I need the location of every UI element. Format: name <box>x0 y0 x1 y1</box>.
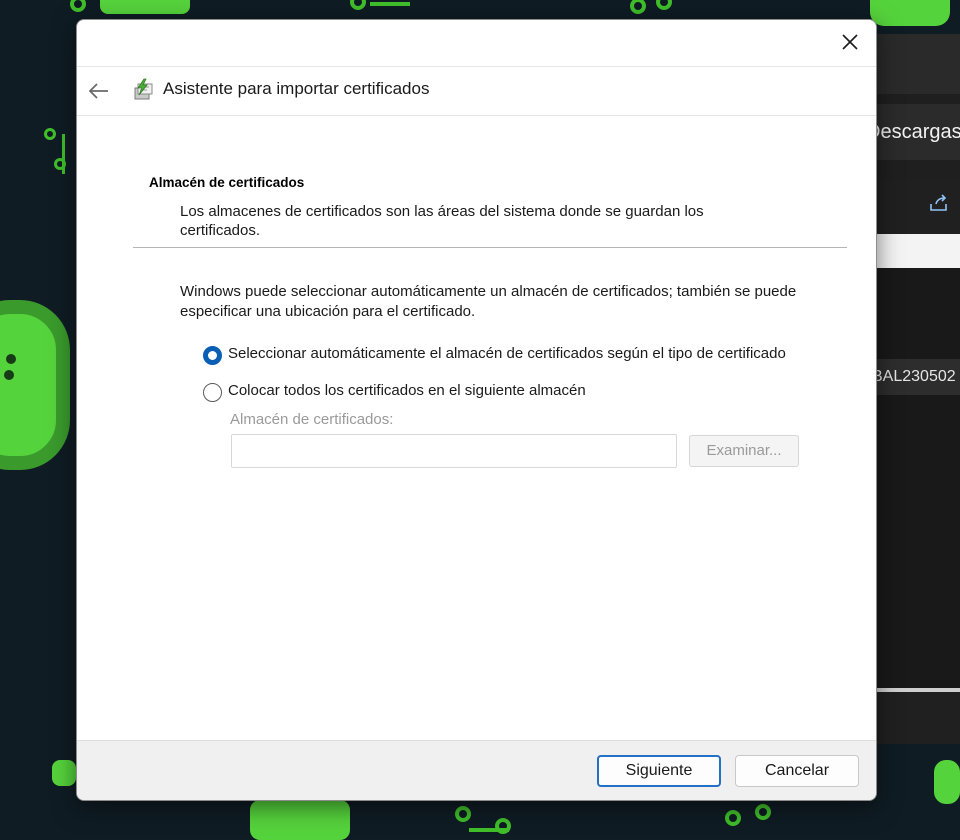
wizard-title: Asistente para importar certificados <box>163 79 430 98</box>
certificate-store-input[interactable] <box>231 434 677 468</box>
back-button[interactable] <box>85 77 113 105</box>
radio-button-checked[interactable] <box>203 346 222 365</box>
section-title: Almacén de certificados <box>149 175 305 190</box>
next-button[interactable]: Siguiente <box>597 755 721 787</box>
radio-label-manual: Colocar todos los certificados en el sig… <box>228 382 586 399</box>
certificate-wizard-icon <box>130 77 156 103</box>
section-description: Los almacenes de certificados son las ár… <box>180 203 704 239</box>
wizard-header: Asistente para importar certificados <box>77 66 876 116</box>
cancel-button[interactable]: Cancelar <box>735 755 859 787</box>
dialog-footer: Siguiente Cancelar <box>77 740 876 800</box>
wallpaper-decoration-bottom-mid <box>455 800 525 840</box>
certificate-import-dialog: Asistente para importar certificados Alm… <box>76 19 877 801</box>
wallpaper-decoration-top <box>70 0 190 18</box>
wallpaper-decoration-top-mid <box>350 0 420 18</box>
close-icon <box>842 34 858 50</box>
store-field-label: Almacén de certificados: <box>230 411 394 428</box>
wallpaper-character <box>0 300 70 470</box>
radio-place-in-store[interactable]: Colocar todos los certificados en el sig… <box>203 381 788 402</box>
close-button[interactable] <box>830 24 870 60</box>
wallpaper-decoration-bottom <box>250 800 370 840</box>
browse-button[interactable]: Examinar... <box>689 435 799 467</box>
share-icon[interactable] <box>928 192 950 220</box>
radio-auto-select-store[interactable]: Seleccionar automáticamente el almacén d… <box>203 344 788 365</box>
intro-text: Windows puede seleccionar automáticament… <box>180 283 797 320</box>
back-arrow-icon <box>89 83 108 99</box>
radio-button-unchecked[interactable] <box>203 383 222 402</box>
radio-label-auto: Seleccionar automáticamente el almacén d… <box>228 345 786 362</box>
wallpaper-decoration-right <box>930 760 960 810</box>
section-divider <box>133 247 847 249</box>
wallpaper-decoration-bottom-right <box>725 800 785 840</box>
